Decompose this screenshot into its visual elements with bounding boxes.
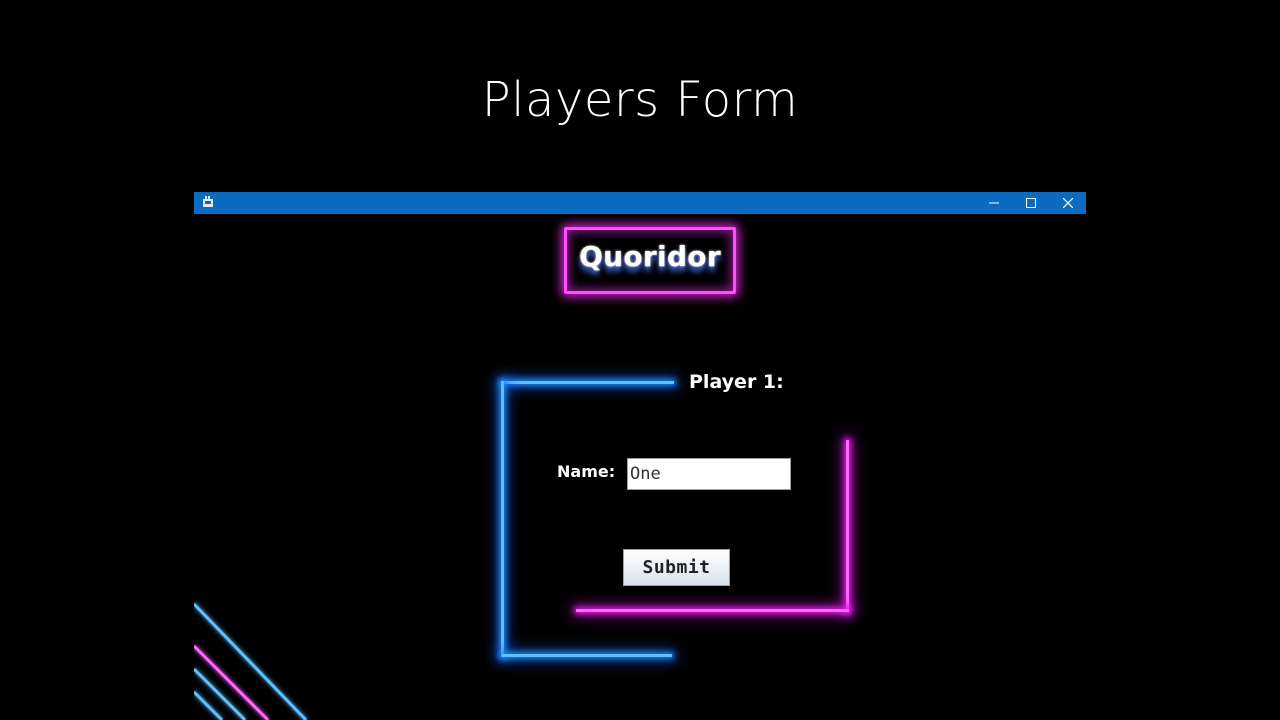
quoridor-logo: Quoridor xyxy=(564,227,736,294)
close-button[interactable] xyxy=(1050,192,1086,214)
neon-frame-blue-top xyxy=(502,381,674,384)
name-input[interactable] xyxy=(627,458,791,490)
name-label: Name: xyxy=(557,462,616,481)
slide: Players Form Quoridor Player 1: Name: On… xyxy=(0,0,1280,720)
minimize-button[interactable] xyxy=(976,192,1012,214)
neon-frame-blue-left xyxy=(501,381,504,657)
neon-diagonal-lines xyxy=(194,602,308,720)
maximize-icon xyxy=(1026,198,1036,208)
close-icon xyxy=(1063,198,1073,208)
neon-frame-pink-right xyxy=(846,440,849,612)
slide-title: Players Form xyxy=(481,72,799,128)
app-content: Quoridor Player 1: Name: Submit xyxy=(194,214,1086,720)
app-window: Quoridor Player 1: Name: Submit xyxy=(194,192,1086,720)
player-heading: Player 1: xyxy=(689,371,784,393)
maximize-button[interactable] xyxy=(1013,192,1049,214)
java-app-icon xyxy=(203,196,213,207)
neon-frame-pink-bottom xyxy=(576,609,849,612)
window-titlebar[interactable] xyxy=(194,192,1086,214)
minimize-icon xyxy=(989,202,999,204)
submit-button[interactable]: Submit xyxy=(623,549,730,586)
logo-text: Quoridor xyxy=(579,240,721,273)
neon-frame-blue-bottom xyxy=(502,654,672,657)
